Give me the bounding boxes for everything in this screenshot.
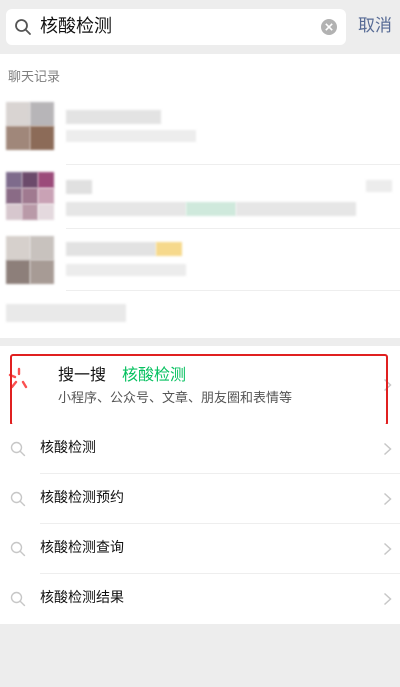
annotation-highlight [10,354,388,426]
suggestion-item[interactable]: 核酸检测预约 [0,474,400,524]
section-title: 聊天记录 [8,70,61,85]
chat-record-item[interactable] [0,96,400,156]
search-icon [10,491,26,507]
avatar [6,102,54,150]
chevron-right-icon [383,492,392,506]
suggestion-text: 核酸检测预约 [40,490,124,506]
chevron-right-icon [383,542,392,556]
divider [66,228,400,229]
divider [66,290,400,291]
search-icon [10,441,26,457]
avatar [6,236,54,284]
chat-record-item[interactable] [0,230,400,290]
divider [66,164,400,165]
suggestion-item[interactable]: 核酸检测 [0,424,400,474]
more-chat-records[interactable] [0,294,400,334]
clear-icon[interactable] [320,18,338,36]
suggestion-text: 核酸检测结果 [40,590,124,606]
chat-record-item[interactable] [0,166,400,226]
chat-records-section: 聊天记录 [0,54,400,338]
chevron-right-icon [383,592,392,606]
cancel-button[interactable]: 取消 [358,15,392,37]
search-icon [15,19,31,35]
suggestion-item[interactable]: 核酸检测查询 [0,524,400,574]
search-input[interactable]: 核酸检测 [6,9,346,45]
search-icon [10,591,26,607]
search-bar: 核酸检测 取消 [0,0,400,54]
chevron-right-icon [383,442,392,456]
suggestion-text: 核酸检测查询 [40,540,124,556]
suggestion-text: 核酸检测 [40,440,96,456]
suggestion-list: 核酸检测 核酸检测预约 核酸检测查询 核酸检测结果 [0,424,400,624]
suggestion-item[interactable]: 核酸检测结果 [0,574,400,624]
avatar [6,172,54,220]
search-query[interactable]: 核酸检测 [40,16,112,38]
search-icon [10,541,26,557]
